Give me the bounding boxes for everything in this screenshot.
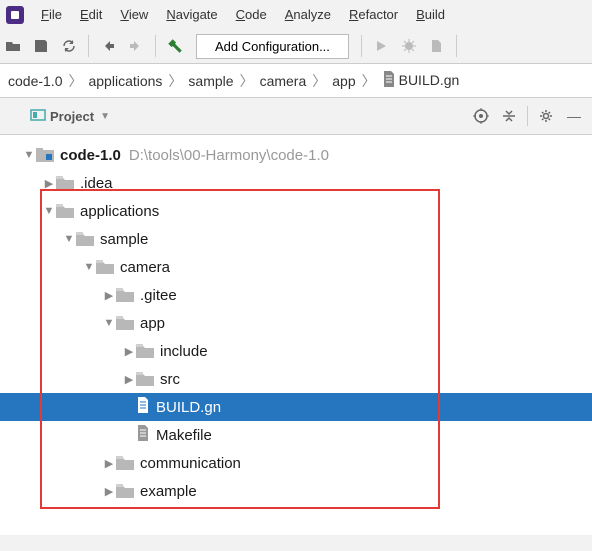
folder-icon: [116, 484, 134, 498]
tree-label: app: [140, 315, 165, 332]
collapse-icon[interactable]: [495, 102, 523, 130]
tree-label: Makefile: [156, 427, 212, 444]
gear-icon[interactable]: [532, 102, 560, 130]
chevron-right-icon[interactable]: ▶: [122, 373, 136, 386]
separator: [155, 35, 156, 57]
chevron-right-icon: 〉: [66, 71, 84, 91]
debug-icon[interactable]: [396, 33, 422, 59]
chevron-right-icon: 〉: [310, 71, 328, 91]
crumb[interactable]: code-1.0: [4, 70, 66, 92]
tree-row[interactable]: ▶ src: [0, 365, 592, 393]
build-icon[interactable]: [162, 33, 188, 59]
tree-row[interactable]: ▶ example: [0, 477, 592, 505]
folder-icon: [116, 456, 134, 470]
menu-view[interactable]: View: [111, 4, 157, 25]
chevron-down-icon[interactable]: ▼: [100, 111, 110, 122]
tree-label: code-1.0: [60, 147, 121, 164]
crumb-file[interactable]: BUILD.gn: [378, 68, 464, 93]
menu-edit[interactable]: Edit: [71, 4, 111, 25]
back-icon[interactable]: [95, 33, 121, 59]
chevron-right-icon: 〉: [166, 71, 184, 91]
sync-icon[interactable]: [56, 33, 82, 59]
tree-label: example: [140, 483, 197, 500]
menu-build[interactable]: Build: [407, 4, 454, 25]
folder-icon: [116, 316, 134, 330]
tree-label: applications: [80, 203, 159, 220]
tree-label: BUILD.gn: [156, 399, 221, 416]
file-icon: [382, 71, 396, 90]
tree-row[interactable]: BUILD.gn: [0, 393, 592, 421]
tree-row[interactable]: ▶ communication: [0, 449, 592, 477]
tree-path: D:\tools\00-Harmony\code-1.0: [129, 147, 329, 164]
project-icon: [30, 107, 46, 126]
crumb[interactable]: applications: [84, 70, 166, 92]
folder-icon: [136, 344, 154, 358]
tree-label: include: [160, 343, 208, 360]
panel-title[interactable]: Project: [50, 109, 94, 124]
tree-row[interactable]: ▼ sample: [0, 225, 592, 253]
tree-row[interactable]: Makefile: [0, 421, 592, 449]
chevron-down-icon[interactable]: ▼: [82, 261, 96, 273]
menu-code[interactable]: Code: [227, 4, 276, 25]
tree-label: camera: [120, 259, 170, 276]
chevron-down-icon[interactable]: ▼: [62, 233, 76, 245]
chevron-down-icon[interactable]: ▼: [102, 317, 116, 329]
separator: [88, 35, 89, 57]
tree-label: .gitee: [140, 287, 177, 304]
run-icon[interactable]: [368, 33, 394, 59]
separator: [456, 35, 457, 57]
folder-icon: [56, 176, 74, 190]
chevron-down-icon[interactable]: ▼: [42, 205, 56, 217]
coverage-icon[interactable]: [424, 33, 450, 59]
hide-icon[interactable]: —: [560, 102, 588, 130]
tree-row[interactable]: ▶ include: [0, 337, 592, 365]
tree-row[interactable]: ▶ .idea: [0, 169, 592, 197]
menu-file[interactable]: File: [32, 4, 71, 25]
target-icon[interactable]: [467, 102, 495, 130]
chevron-right-icon[interactable]: ▶: [102, 457, 116, 470]
tree-label: communication: [140, 455, 241, 472]
open-icon[interactable]: [0, 33, 26, 59]
module-icon: [36, 148, 54, 162]
file-icon: [136, 397, 150, 417]
forward-icon[interactable]: [123, 33, 149, 59]
app-logo: [6, 6, 24, 24]
folder-icon: [76, 232, 94, 246]
chevron-right-icon: 〉: [238, 71, 256, 91]
chevron-down-icon[interactable]: ▼: [22, 149, 36, 161]
project-panel-header: Project ▼ —: [0, 98, 592, 135]
folder-icon: [56, 204, 74, 218]
toolbar: Add Configuration...: [0, 29, 592, 64]
separator: [527, 106, 528, 126]
folder-icon: [96, 260, 114, 274]
tree-label: src: [160, 371, 180, 388]
tree-root[interactable]: ▼ code-1.0 D:\tools\00-Harmony\code-1.0: [0, 141, 592, 169]
crumb[interactable]: sample: [184, 70, 237, 92]
tree-row[interactable]: ▼ applications: [0, 197, 592, 225]
chevron-right-icon[interactable]: ▶: [102, 289, 116, 302]
save-icon[interactable]: [28, 33, 54, 59]
separator: [361, 35, 362, 57]
chevron-right-icon[interactable]: ▶: [122, 345, 136, 358]
tree-row[interactable]: ▼ app: [0, 309, 592, 337]
tree-row[interactable]: ▶ .gitee: [0, 281, 592, 309]
menu-analyze[interactable]: Analyze: [276, 4, 340, 25]
tree-row[interactable]: ▼ camera: [0, 253, 592, 281]
tree-label: .idea: [80, 175, 113, 192]
project-tree: ▼ code-1.0 D:\tools\00-Harmony\code-1.0 …: [0, 135, 592, 535]
crumb[interactable]: camera: [256, 70, 311, 92]
chevron-right-icon[interactable]: ▶: [102, 485, 116, 498]
folder-icon: [116, 288, 134, 302]
chevron-right-icon: 〉: [360, 71, 378, 91]
crumb[interactable]: app: [328, 70, 359, 92]
breadcrumb: code-1.0 〉 applications 〉 sample 〉 camer…: [0, 64, 592, 98]
add-configuration-button[interactable]: Add Configuration...: [196, 34, 349, 59]
tree-label: sample: [100, 231, 148, 248]
menu-navigate[interactable]: Navigate: [157, 4, 226, 25]
chevron-right-icon[interactable]: ▶: [42, 177, 56, 190]
menu-refactor[interactable]: Refactor: [340, 4, 407, 25]
file-icon: [136, 425, 150, 445]
menu-bar: File Edit View Navigate Code Analyze Ref…: [0, 0, 592, 29]
folder-icon: [136, 372, 154, 386]
